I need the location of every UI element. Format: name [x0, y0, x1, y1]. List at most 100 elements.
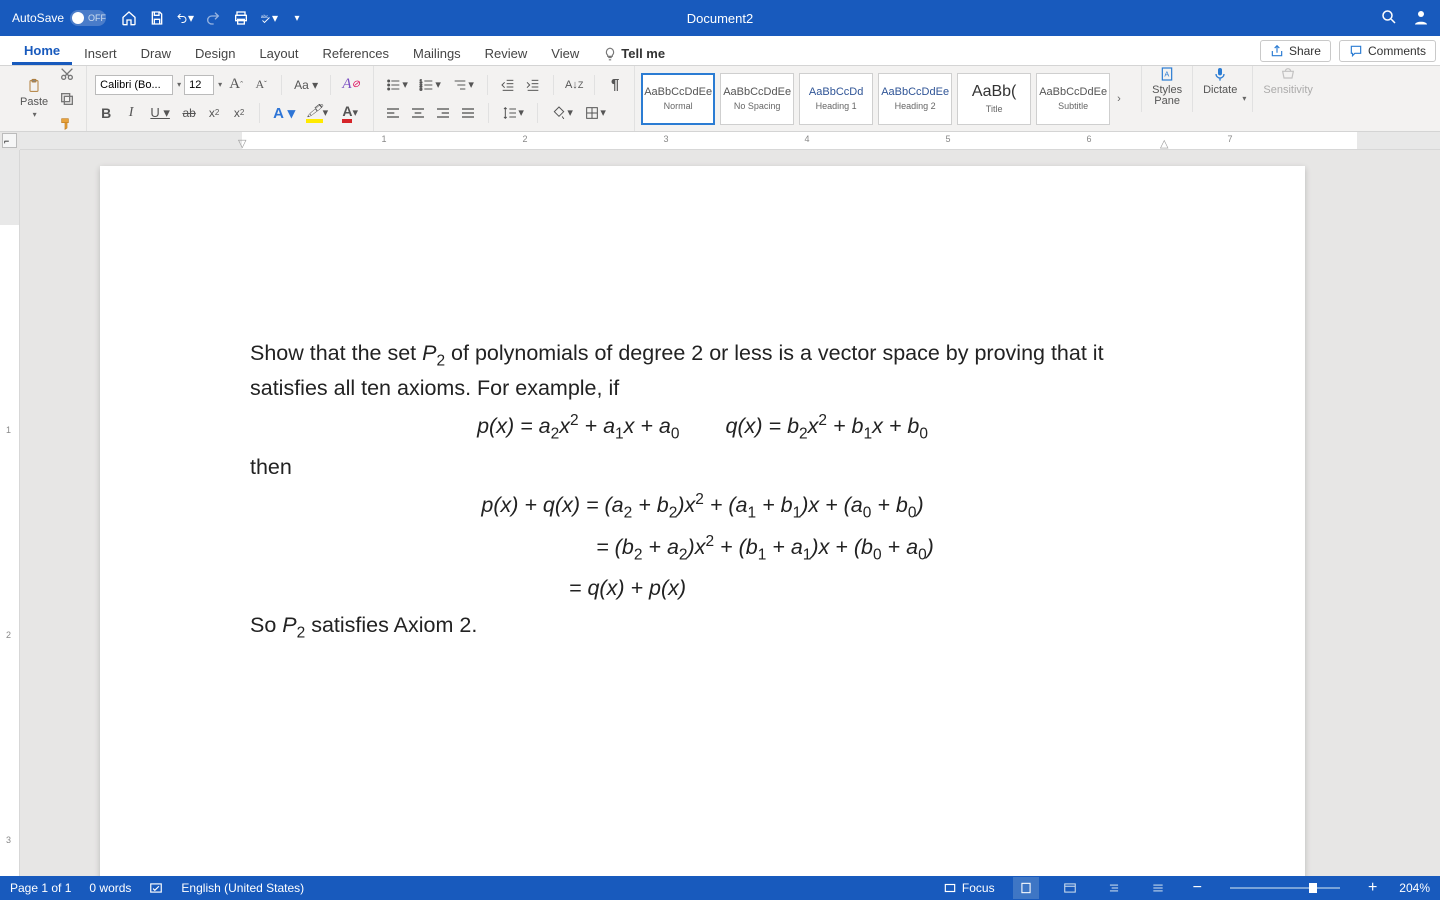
align-right-icon[interactable]	[432, 102, 454, 124]
page[interactable]: Show that the set P2 of polynomials of d…	[100, 166, 1305, 876]
paragraph[interactable]: So P2 satisfies Axiom 2.	[250, 610, 1155, 645]
decrease-indent-icon[interactable]	[497, 74, 519, 96]
change-case-icon[interactable]: Aa ▾	[291, 74, 321, 96]
tab-layout[interactable]: Layout	[247, 40, 310, 65]
undo-icon[interactable]: ▾	[176, 9, 194, 27]
chevron-down-icon[interactable]: ▾	[1242, 94, 1246, 103]
autosave-toggle[interactable]: AutoSave OFF	[0, 10, 106, 26]
focus-mode[interactable]: Focus	[943, 881, 995, 895]
zoom-out-button[interactable]: −	[1189, 879, 1206, 897]
increase-indent-icon[interactable]	[522, 74, 544, 96]
align-center-icon[interactable]	[407, 102, 429, 124]
align-left-icon[interactable]	[382, 102, 404, 124]
style-title[interactable]: AaBb(Title	[957, 73, 1031, 125]
right-indent-marker-icon[interactable]: △	[1160, 137, 1168, 150]
strikethrough-icon[interactable]: ab	[178, 102, 200, 124]
line-spacing-icon[interactable]: ▾	[498, 102, 528, 124]
bold-icon[interactable]: B	[95, 102, 117, 124]
account-icon[interactable]	[1412, 8, 1430, 29]
tab-review[interactable]: Review	[473, 40, 540, 65]
font-size-input[interactable]	[184, 75, 214, 95]
tab-references[interactable]: References	[311, 40, 401, 65]
spellcheck-icon[interactable]: abc▾	[260, 9, 278, 27]
italic-icon[interactable]: I	[120, 102, 142, 124]
comments-button[interactable]: Comments	[1339, 40, 1436, 62]
home-icon[interactable]	[120, 9, 138, 27]
chevron-down-icon[interactable]: ▾	[188, 11, 194, 25]
print-layout-view[interactable]	[1013, 877, 1039, 899]
shading-icon[interactable]: ▾	[547, 102, 577, 124]
style-subtitle[interactable]: AaBbCcDdEeSubtitle	[1036, 73, 1110, 125]
style-heading-1[interactable]: AaBbCcDdHeading 1	[799, 73, 873, 125]
horizontal-ruler[interactable]: 1 2 3 4 5 6 7 ▽ △	[20, 132, 1440, 150]
tab-view[interactable]: View	[539, 40, 591, 65]
grow-font-icon[interactable]: Aˆ	[225, 74, 247, 96]
tab-draw[interactable]: Draw	[129, 40, 183, 65]
autosave-switch[interactable]: OFF	[70, 10, 106, 26]
search-icon[interactable]	[1380, 8, 1398, 29]
styles-pane-button[interactable]: A Styles Pane	[1148, 66, 1186, 131]
draft-view[interactable]	[1145, 877, 1171, 899]
tab-selector[interactable]: ⌐	[2, 133, 17, 148]
paragraph[interactable]: Show that the set P2 of polynomials of d…	[250, 338, 1155, 404]
tab-design[interactable]: Design	[183, 40, 247, 65]
paste-button[interactable]: Paste ▾	[16, 78, 52, 119]
show-marks-icon[interactable]: ¶	[604, 74, 626, 96]
text-effects-icon[interactable]: A ▾	[269, 102, 299, 124]
style-normal[interactable]: AaBbCcDdEeNormal	[641, 73, 715, 125]
equation[interactable]: p(x) = a2x2 + a1x + a0q(x) = b2x2 + b1x …	[250, 410, 1155, 446]
justify-icon[interactable]	[457, 102, 479, 124]
tab-home[interactable]: Home	[12, 37, 72, 65]
copy-icon[interactable]	[56, 88, 78, 110]
font-color-icon[interactable]: A ▾	[335, 102, 365, 124]
word-count[interactable]: 0 words	[89, 881, 131, 895]
styles-more[interactable]: ›	[1115, 93, 1129, 105]
shrink-font-icon[interactable]: Aˇ	[250, 74, 272, 96]
zoom-level[interactable]: 204%	[1399, 881, 1430, 895]
style-heading-2[interactable]: AaBbCcDdEeHeading 2	[878, 73, 952, 125]
clear-formatting-icon[interactable]: A⊘	[340, 74, 362, 96]
indent-marker-icon[interactable]: ▽	[238, 137, 246, 150]
tell-me-search[interactable]: Tell me	[591, 40, 677, 65]
zoom-slider[interactable]	[1230, 887, 1340, 889]
superscript-icon[interactable]: x2	[228, 102, 250, 124]
language-status[interactable]: English (United States)	[181, 881, 304, 895]
redo-icon[interactable]	[204, 9, 222, 27]
chevron-down-icon[interactable]: ▾	[33, 110, 37, 119]
sort-icon[interactable]: A↓Z	[563, 74, 585, 96]
borders-icon[interactable]: ▾	[580, 102, 610, 124]
subscript-icon[interactable]: x2	[203, 102, 225, 124]
tab-mailings[interactable]: Mailings	[401, 40, 473, 65]
equation[interactable]: = (b2 + a2)x2 + (b1 + a1)x + (b0 + a0)	[250, 531, 1155, 567]
bullets-icon[interactable]: ▾	[382, 74, 412, 96]
share-button[interactable]: Share	[1260, 40, 1331, 62]
document-body[interactable]: Show that the set P2 of polynomials of d…	[250, 338, 1155, 645]
style-no-spacing[interactable]: AaBbCcDdEeNo Spacing	[720, 73, 794, 125]
equation[interactable]: = q(x) + p(x)	[250, 573, 1155, 604]
outline-view[interactable]	[1101, 877, 1127, 899]
tab-insert[interactable]: Insert	[72, 40, 129, 65]
multilevel-list-icon[interactable]: ▾	[448, 74, 478, 96]
sensitivity-button[interactable]: Sensitivity	[1259, 66, 1317, 131]
page-count[interactable]: Page 1 of 1	[10, 881, 71, 895]
equation[interactable]: p(x) + q(x) = (a2 + b2)x2 + (a1 + b1)x +…	[250, 489, 1155, 525]
zoom-in-button[interactable]: +	[1364, 879, 1381, 897]
zoom-thumb[interactable]	[1309, 883, 1317, 893]
paste-label: Paste	[20, 96, 48, 108]
chevron-down-icon[interactable]: ▾	[177, 80, 181, 89]
save-icon[interactable]	[148, 9, 166, 27]
customize-qat-icon[interactable]: ▾	[288, 9, 306, 27]
proofing-icon[interactable]	[149, 881, 163, 895]
print-icon[interactable]	[232, 9, 250, 27]
dictate-button[interactable]: Dictate	[1199, 66, 1241, 131]
web-layout-view[interactable]	[1057, 877, 1083, 899]
cut-icon[interactable]	[56, 63, 78, 85]
underline-icon[interactable]: U ▾	[145, 102, 175, 124]
chevron-down-icon[interactable]: ▾	[218, 80, 222, 89]
paragraph[interactable]: then	[250, 452, 1155, 483]
vertical-ruler[interactable]: ⌐ 1 2 3	[0, 150, 20, 876]
highlight-icon[interactable]: 🖊 ▾	[302, 102, 332, 124]
numbering-icon[interactable]: 123▾	[415, 74, 445, 96]
font-name-input[interactable]	[95, 75, 173, 95]
chevron-down-icon[interactable]: ▾	[272, 11, 278, 25]
